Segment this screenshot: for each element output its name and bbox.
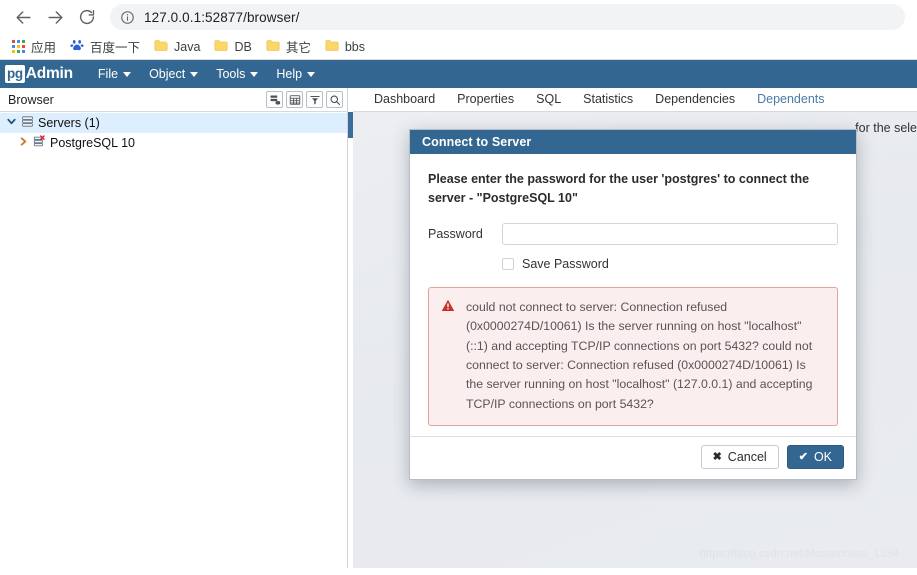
- pgadmin-logo: pg Admin: [5, 64, 73, 84]
- tab-statistics[interactable]: Statistics: [572, 88, 644, 111]
- connection-error-alert: could not connect to server: Connection …: [428, 286, 838, 427]
- baidu-paw-icon: [70, 38, 84, 55]
- tab-dependents[interactable]: Dependents: [746, 88, 835, 111]
- chevron-right-icon[interactable]: [18, 136, 29, 150]
- connection-error-text: could not connect to server: Connection …: [466, 299, 813, 411]
- folder-icon: [325, 39, 339, 55]
- save-password-row[interactable]: Save Password: [502, 257, 838, 271]
- bookmark-label: DB: [234, 39, 252, 54]
- cancel-button-label: Cancel: [727, 450, 767, 465]
- pgadmin-app: pg Admin File Object Tools Help Browser: [0, 60, 917, 568]
- pgadmin-logo-text: Admin: [25, 65, 73, 82]
- address-bar[interactable]: 127.0.0.1:52877/browser/: [110, 4, 905, 30]
- menu-file[interactable]: File: [89, 62, 140, 86]
- content-panel: Dashboard Properties SQL Statistics Depe…: [353, 88, 917, 568]
- bookmark-label: 应用: [31, 41, 57, 55]
- password-input[interactable]: [502, 222, 838, 245]
- search-icon[interactable]: [326, 91, 343, 108]
- reload-icon: [78, 8, 96, 26]
- menu-label: Object: [149, 67, 186, 81]
- arrow-left-icon: [14, 8, 33, 27]
- folder-icon: [214, 39, 228, 55]
- tab-properties[interactable]: Properties: [446, 88, 525, 111]
- tree-node-servers[interactable]: Servers (1): [0, 113, 347, 133]
- check-icon: ✔: [798, 450, 808, 463]
- servers-group-icon: [21, 115, 34, 131]
- bookmark-label: 百度一下: [90, 41, 141, 55]
- tree-node-label: PostgreSQL 10: [50, 136, 136, 150]
- apps-grid-icon: [12, 40, 25, 53]
- arrow-right-icon: [46, 8, 65, 27]
- tab-dashboard[interactable]: Dashboard: [363, 88, 446, 111]
- object-tree: Servers (1) PostgreSQL 10: [0, 112, 347, 153]
- menu-tools[interactable]: Tools: [207, 62, 267, 86]
- tab-dependencies[interactable]: Dependencies: [644, 88, 746, 111]
- ok-button[interactable]: ✔ OK: [786, 445, 844, 470]
- connect-to-server-dialog: Connect to Server Please enter the passw…: [409, 129, 857, 481]
- content-area: for the sele https://blog.csdn.net/Monar…: [353, 112, 917, 568]
- bookmark-bbs[interactable]: bbs: [319, 37, 373, 57]
- pgadmin-logo-badge: pg: [5, 64, 25, 84]
- chevron-down-icon: [123, 71, 132, 77]
- content-tabs: Dashboard Properties SQL Statistics Depe…: [353, 88, 917, 112]
- browser-chrome: 127.0.0.1:52877/browser/ 应用 百度一下 Java DB…: [0, 0, 917, 60]
- server-disconnected-icon: [33, 135, 46, 151]
- dialog-title: Connect to Server: [422, 135, 532, 149]
- grid-table-icon[interactable]: [286, 91, 303, 108]
- ok-button-label: OK: [813, 450, 832, 465]
- bookmark-baidu[interactable]: 百度一下: [64, 35, 148, 58]
- menu-label: File: [97, 67, 119, 81]
- address-bar-url: 127.0.0.1:52877/browser/: [144, 9, 300, 25]
- info-circle-icon[interactable]: [120, 10, 135, 25]
- password-row: Password: [428, 222, 838, 245]
- browser-panel-header: Browser: [0, 88, 347, 112]
- dialog-message: Please enter the password for the user '…: [428, 172, 810, 206]
- tree-node-postgresql-10[interactable]: PostgreSQL 10: [0, 133, 347, 153]
- reload-button[interactable]: [72, 2, 102, 32]
- bookmark-db[interactable]: DB: [208, 37, 259, 57]
- pgadmin-menubar: pg Admin File Object Tools Help: [0, 60, 917, 88]
- menu-help[interactable]: Help: [267, 62, 324, 86]
- back-button[interactable]: [8, 2, 38, 32]
- bookmark-label: bbs: [344, 39, 365, 54]
- save-password-label: Save Password: [522, 256, 609, 271]
- object-stack-icon[interactable]: [266, 91, 283, 108]
- folder-icon: [266, 39, 280, 55]
- filter-icon[interactable]: [306, 91, 323, 108]
- chevron-down-icon[interactable]: [6, 116, 17, 130]
- dialog-title-bar: Connect to Server: [410, 130, 856, 154]
- chevron-down-icon: [250, 71, 259, 77]
- warning-triangle-icon: [441, 299, 455, 317]
- content-background-note: for the sele: [855, 121, 917, 135]
- tab-sql[interactable]: SQL: [525, 88, 572, 111]
- chevron-down-icon: [190, 71, 199, 77]
- save-password-checkbox[interactable]: [502, 257, 514, 270]
- tree-node-label: Servers (1): [38, 116, 100, 130]
- browser-panel: Browser Servers (1) PostgreSQL 10: [0, 88, 348, 568]
- dialog-body: Please enter the password for the user '…: [410, 154, 856, 437]
- browser-panel-title: Browser: [8, 92, 54, 107]
- x-icon: ✖: [712, 450, 722, 463]
- forward-button[interactable]: [40, 2, 70, 32]
- bookmark-label: Java: [174, 39, 201, 54]
- password-label: Password: [428, 226, 483, 241]
- dialog-footer: ✖ Cancel ✔ OK: [410, 436, 856, 480]
- folder-icon: [154, 39, 168, 55]
- browser-nav-bar: 127.0.0.1:52877/browser/: [0, 0, 917, 34]
- menu-object[interactable]: Object: [140, 62, 207, 86]
- watermark: https://blog.csdn.net/Monarchess_1234: [699, 548, 899, 560]
- chevron-down-icon: [307, 71, 316, 77]
- cancel-button[interactable]: ✖ Cancel: [700, 445, 779, 470]
- bookmark-label: 其它: [285, 41, 311, 55]
- menu-label: Help: [276, 67, 303, 81]
- menu-label: Tools: [216, 67, 246, 81]
- browser-panel-toolbar: [266, 91, 343, 108]
- bookmarks-bar: 应用 百度一下 Java DB 其它 bbs: [0, 34, 917, 60]
- pgadmin-body: Browser Servers (1) PostgreSQL 10 Dashbo…: [0, 88, 917, 568]
- bookmark-java[interactable]: Java: [148, 37, 208, 57]
- bookmark-apps[interactable]: 应用: [6, 35, 64, 58]
- bookmark-other[interactable]: 其它: [260, 35, 319, 58]
